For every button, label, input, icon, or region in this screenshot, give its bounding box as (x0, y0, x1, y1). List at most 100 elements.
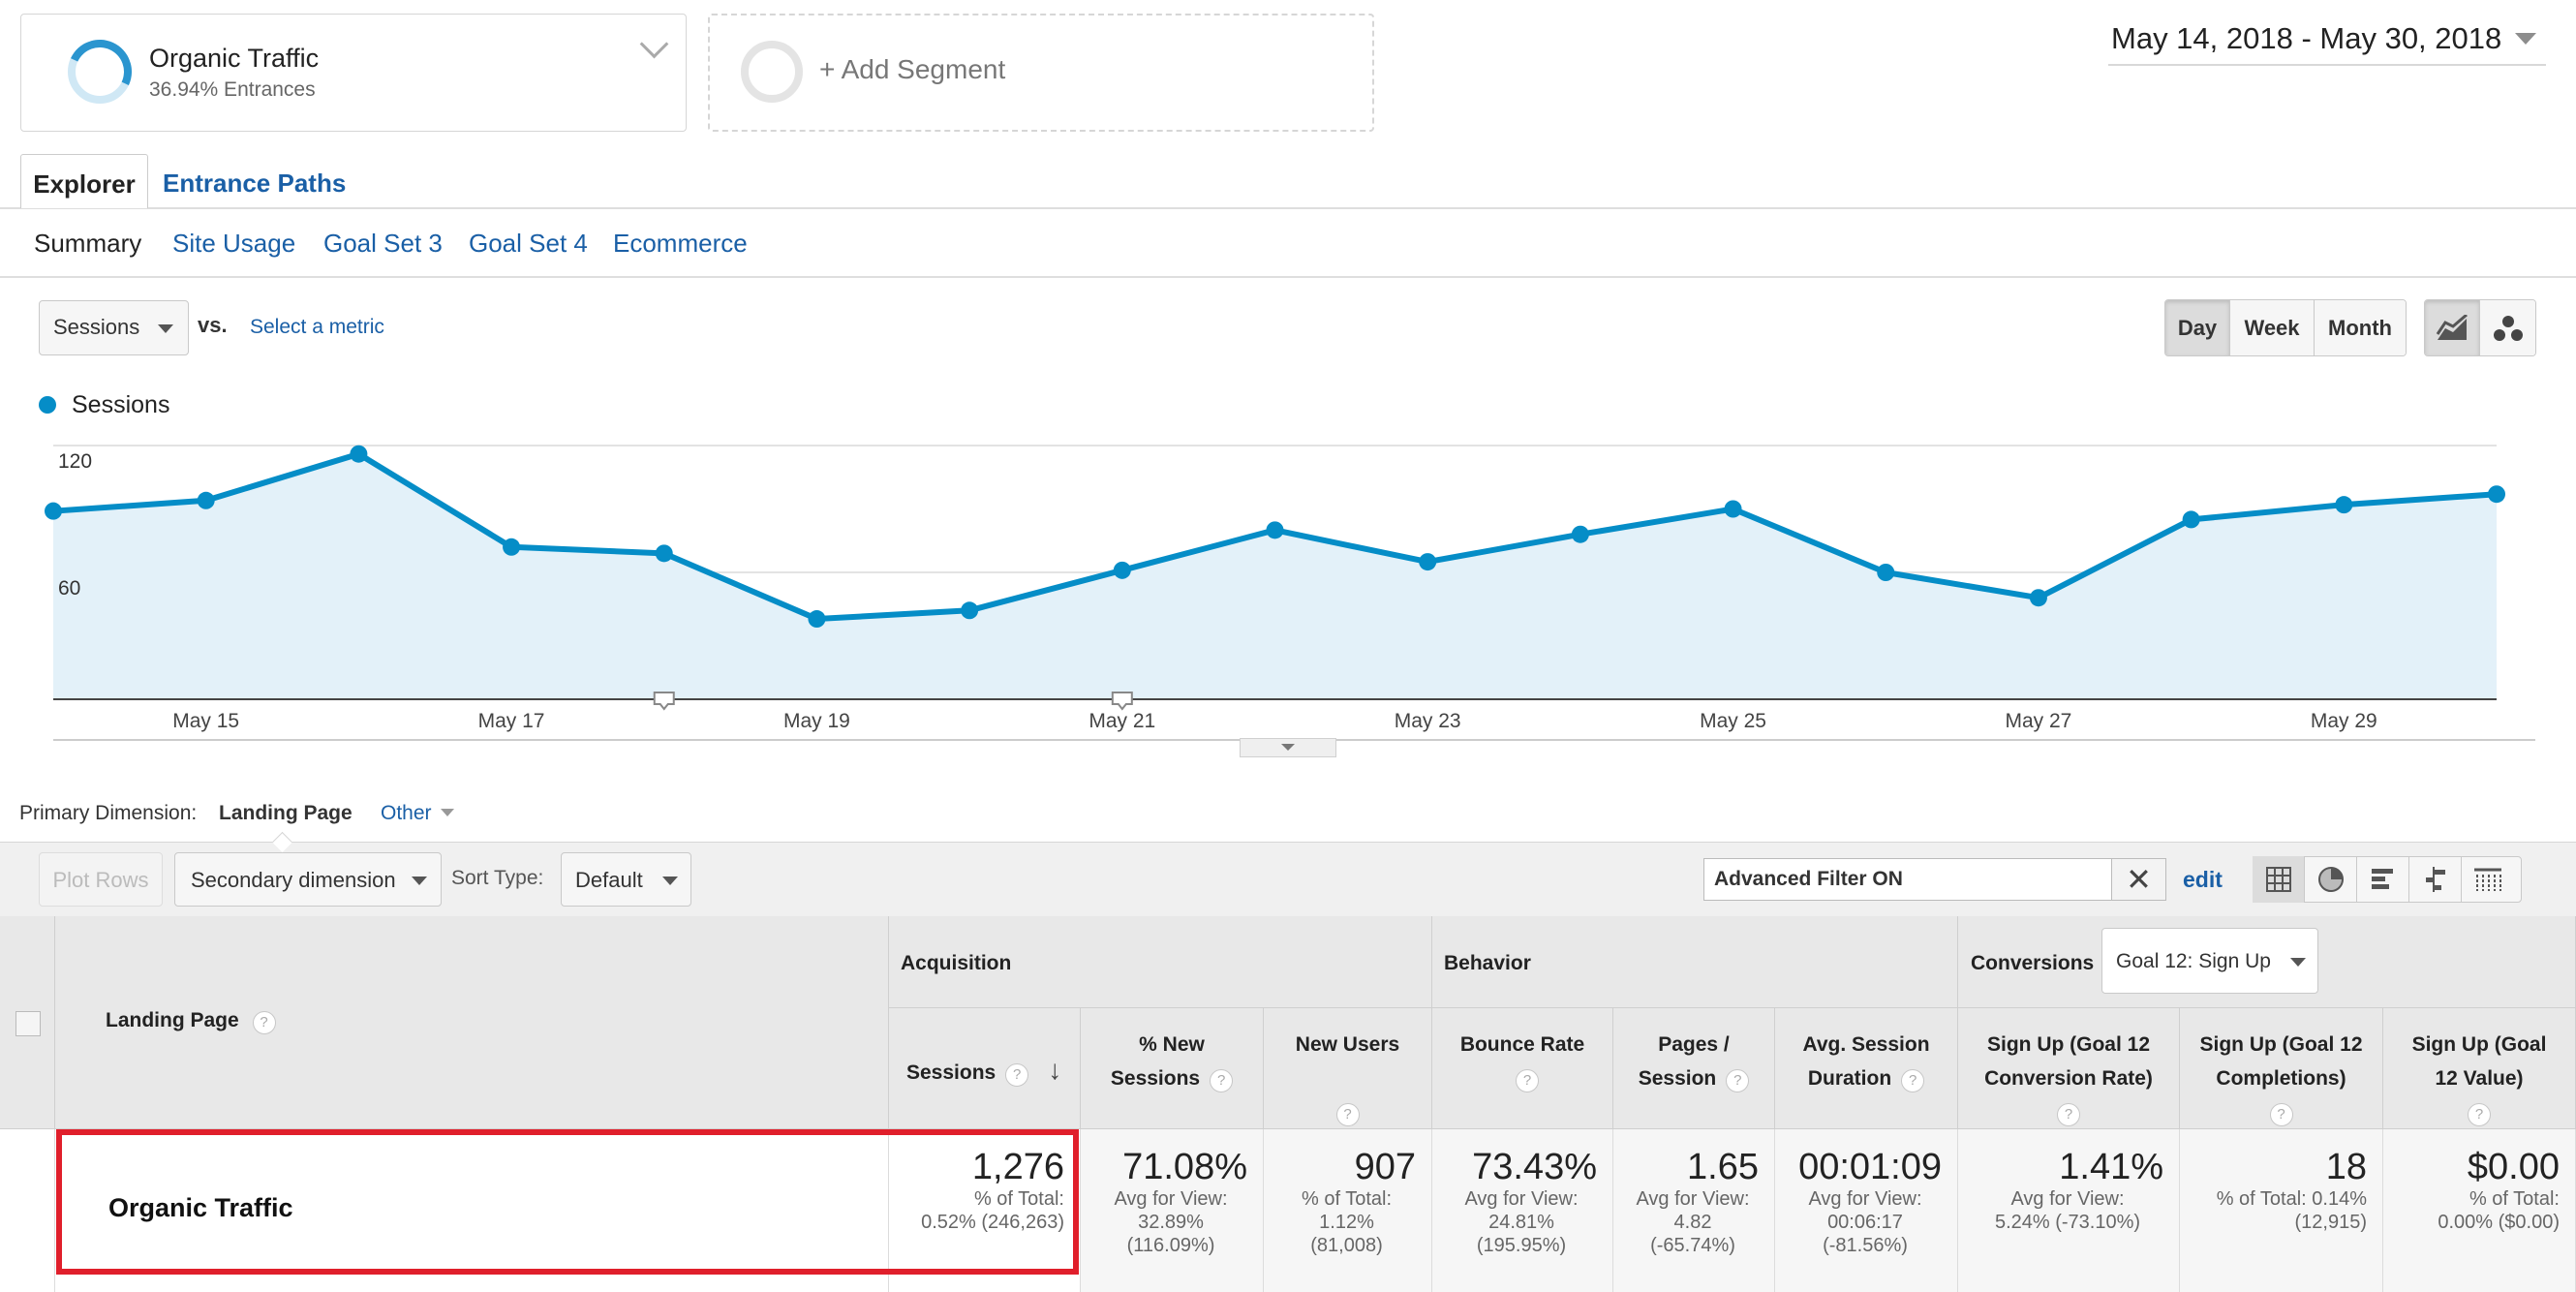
cell-subtext: Avg for View: (1114, 1188, 1228, 1210)
column-header-goal-value[interactable]: Sign Up (Goal 12 Value)? (2383, 1008, 2576, 1129)
cell-pct-new-sessions: 71.08% Avg for View: 32.89% (116.09%) (1081, 1129, 1264, 1292)
sort-type-caret-icon (662, 877, 678, 885)
select-metric-link[interactable]: Select a metric (250, 316, 384, 339)
cell-value: 71.08% (1122, 1147, 1247, 1187)
tab-explorer[interactable]: Explorer (20, 154, 148, 208)
cell-value: 73.43% (1472, 1147, 1597, 1187)
chart-type-buttons (2424, 299, 2536, 356)
clear-filter-button[interactable]: ✕ (2112, 858, 2166, 901)
plot-rows-button[interactable]: Plot Rows (39, 852, 163, 907)
edit-filter-link[interactable]: edit (2183, 867, 2223, 893)
column-header-line1: Avg. Session (1802, 1033, 1930, 1056)
sort-type-select[interactable]: Default (561, 852, 691, 907)
vs-label: vs. (198, 313, 228, 337)
data-point-may-20 (961, 601, 979, 620)
segment-chevron-down-icon[interactable] (639, 29, 669, 59)
column-header-bounce-rate[interactable]: Bounce Rate? (1432, 1008, 1613, 1129)
subtab-ecommerce[interactable]: Ecommerce (613, 229, 748, 259)
add-segment-label: + Add Segment (819, 54, 1006, 84)
column-header-sessions[interactable]: Sessions? ↓ (889, 1008, 1081, 1129)
goal-select[interactable]: Goal 12: Sign Up (2101, 928, 2318, 994)
cell-subtext: (12,915) (2294, 1212, 2368, 1233)
column-header-line1: Sign Up (Goal (2411, 1033, 2547, 1056)
segment-donut-fill (58, 30, 141, 113)
motion-chart-button[interactable] (2480, 300, 2535, 355)
data-point-may-24 (1571, 525, 1589, 543)
column-header-pct-new-sessions[interactable]: % New Sessions? (1081, 1008, 1264, 1129)
column-header-pages-per-session[interactable]: Pages / Session? (1613, 1008, 1775, 1129)
secondary-dimension-select[interactable]: Secondary dimension (174, 852, 442, 907)
data-point-may-18 (655, 544, 673, 563)
chart-collapse-handle[interactable] (1240, 738, 1336, 757)
cell-subtext: % of Total: (2469, 1188, 2560, 1210)
legend-label: Sessions (72, 391, 170, 418)
annotation-marker-icon[interactable] (653, 692, 675, 711)
other-label: Other (381, 802, 432, 824)
legend-dot (39, 396, 56, 414)
other-caret-icon (441, 809, 455, 816)
sessions-chart: 120 60 May 15 May 17 May 19 May 21 May 23 May 2… (45, 445, 2535, 741)
landing-page-header[interactable]: Landing Page ? (55, 916, 889, 1129)
subtab-summary[interactable]: Summary (34, 229, 141, 259)
cell-goal-value: $0.00% of Total: 0.00% ($0.00) (2383, 1129, 2576, 1292)
conversions-label: Conversions (1971, 952, 2095, 974)
advanced-filter-input[interactable]: Advanced Filter ON (1703, 858, 2112, 901)
line-chart-button[interactable] (2425, 300, 2480, 355)
column-header-line1: Sign Up (Goal 12 (2199, 1033, 2363, 1056)
tab-entrance-paths-label: Entrance Paths (163, 169, 347, 198)
cell-subtext: Avg for View: (1808, 1188, 1922, 1210)
cell-subtext: (195.95%) (1476, 1235, 1567, 1256)
column-header-new-users[interactable]: New Users? (1264, 1008, 1432, 1129)
cell-value: 1.65 (1687, 1147, 1759, 1187)
pivot-table-icon (2474, 868, 2501, 891)
tab-entrance-paths[interactable]: Entrance Paths (163, 154, 346, 208)
column-header-line2: Completions) (2216, 1067, 2346, 1090)
cell-value: 00:01:09 (1798, 1147, 1942, 1187)
add-segment-button[interactable]: + Add Segment (708, 14, 1374, 132)
column-header-line2: Duration (1807, 1067, 1892, 1090)
primary-dimension-landing-page[interactable]: Landing Page (219, 802, 353, 825)
date-range-caret-icon[interactable] (2515, 33, 2536, 45)
line-chart-icon (2436, 314, 2468, 340)
x-tick-label: May 25 (1700, 710, 1766, 732)
secondary-dimension-label: Secondary dimension (191, 868, 396, 892)
day-button[interactable]: Day (2165, 300, 2230, 355)
column-header-line2: Conversion Rate) (1984, 1067, 2153, 1090)
performance-view-button[interactable] (2357, 856, 2409, 903)
help-icon: ? (1726, 1069, 1750, 1092)
data-point-may-14 (45, 502, 62, 520)
subtab-goal-set-4[interactable]: Goal Set 4 (469, 229, 588, 259)
cell-value: $0.00 (2467, 1147, 2560, 1187)
column-header-line1: New Users (1295, 1033, 1400, 1056)
table-view-button[interactable] (2253, 856, 2305, 903)
help-icon: ? (2057, 1103, 2080, 1126)
y-tick-label: 120 (58, 450, 92, 473)
bar-chart-icon (2371, 869, 2393, 889)
pivot-view-button[interactable] (2462, 856, 2514, 903)
annotation-marker-icon[interactable] (1111, 692, 1133, 711)
select-all-checkbox[interactable] (15, 1011, 41, 1036)
metric-select[interactable]: Sessions (39, 300, 189, 355)
subtab-goal-set-3[interactable]: Goal Set 3 (323, 229, 443, 259)
column-header-avg-session-duration[interactable]: Avg. Session Duration? (1775, 1008, 1958, 1129)
column-header-conversion-rate[interactable]: Sign Up (Goal 12 Conversion Rate)? (1958, 1008, 2180, 1129)
subtab-site-usage[interactable]: Site Usage (172, 229, 295, 259)
month-button[interactable]: Month (2315, 300, 2406, 355)
cell-subtext: Avg for View: (2010, 1188, 2125, 1210)
pie-view-button[interactable] (2305, 856, 2357, 903)
comparison-view-button[interactable] (2409, 856, 2462, 903)
cell-subtext: 24.81% (1488, 1212, 1554, 1233)
tabs-divider (0, 207, 2576, 209)
segment-card-organic-traffic[interactable]: Organic Traffic 36.94% Entrances (20, 14, 687, 132)
column-header-goal-completions[interactable]: Sign Up (Goal 12 Completions)? (2180, 1008, 2383, 1129)
add-segment-circle-icon (741, 41, 803, 103)
primary-dimension-other[interactable]: Other (381, 802, 455, 825)
subtabs-divider (0, 276, 2576, 278)
cell-conversion-rate: 1.41% Avg for View: 5.24% (-73.10%) (1958, 1129, 2180, 1292)
x-tick-label: May 15 (172, 710, 239, 732)
date-range-picker[interactable]: May 14, 2018 - May 30, 2018 (2111, 21, 2501, 56)
column-header-line2: Session (1638, 1067, 1717, 1090)
week-button[interactable]: Week (2230, 300, 2315, 355)
cell-subtext: 4.82 (1673, 1212, 1712, 1233)
row-checkbox-cell (0, 1129, 55, 1292)
